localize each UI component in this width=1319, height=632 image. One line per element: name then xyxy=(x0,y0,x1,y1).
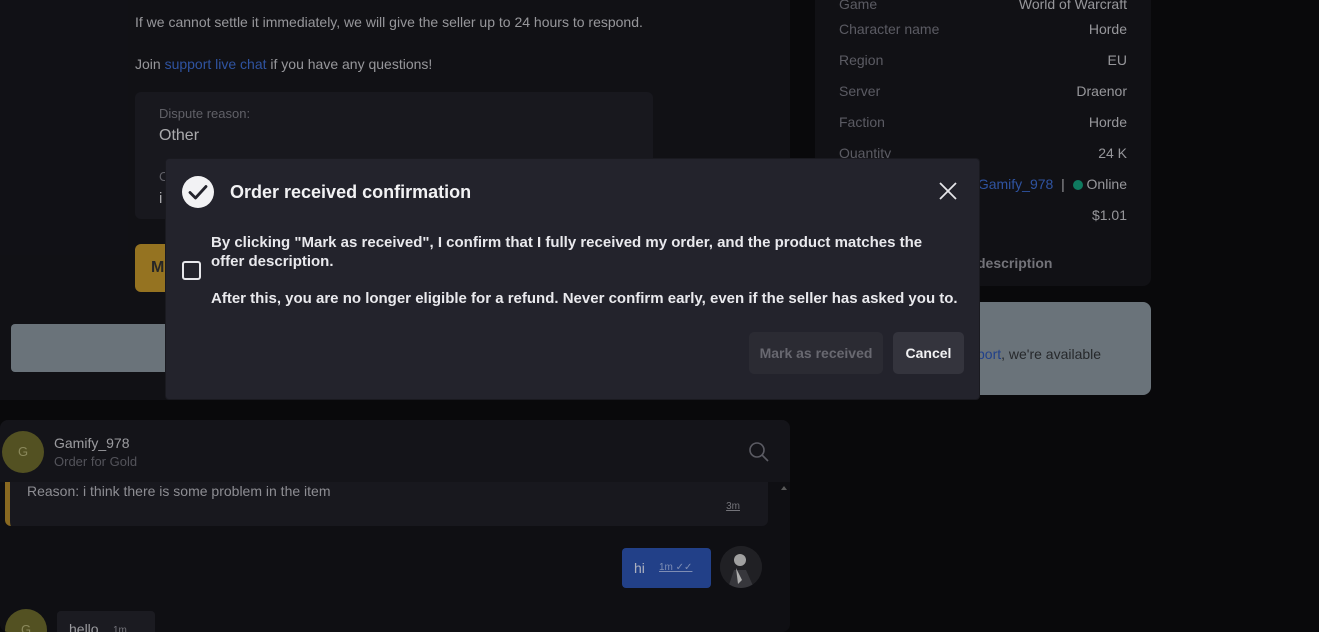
confirm-checkbox[interactable] xyxy=(182,261,201,280)
cancel-button[interactable]: Cancel xyxy=(893,332,964,374)
modal-title: Order received confirmation xyxy=(230,182,472,202)
confirmation-text: By clicking "Mark as received", I confir… xyxy=(211,234,923,270)
refund-warning-text: After this, you are no longer eligible f… xyxy=(211,290,958,307)
close-icon[interactable] xyxy=(936,179,960,203)
mark-as-received-button[interactable]: Mark as received xyxy=(749,332,883,374)
order-received-modal: Order received confirmation By clicking … xyxy=(166,159,979,399)
check-circle-icon xyxy=(182,176,214,208)
